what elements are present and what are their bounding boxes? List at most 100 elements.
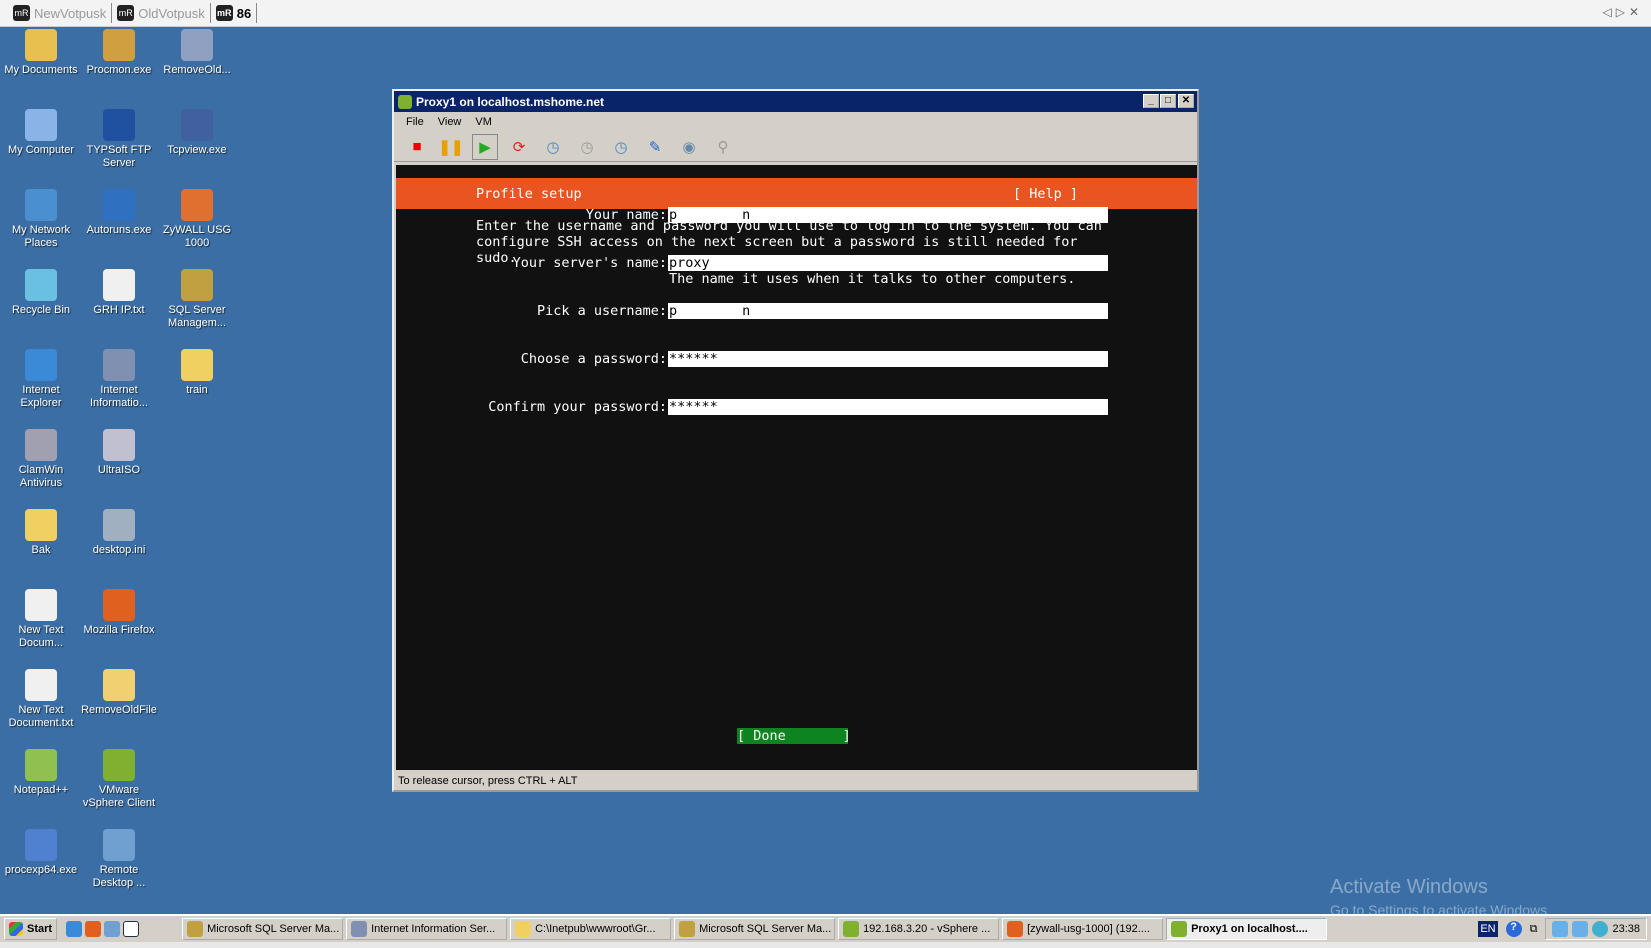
maximize-button[interactable]: □ xyxy=(1160,94,1176,108)
desktop-icon-image xyxy=(103,509,135,541)
desktop-icon[interactable]: VMware vSphere Client xyxy=(79,749,159,810)
field-input[interactable]: proxy xyxy=(668,255,1108,271)
help-button[interactable]: [ Help ] xyxy=(1013,186,1078,202)
desktop-icon[interactable]: My Network Places xyxy=(1,189,81,250)
desktop-icon[interactable]: ClamWin Antivirus xyxy=(1,429,81,490)
app-icon xyxy=(515,921,532,937)
vsphere-tray-icon[interactable] xyxy=(1592,921,1609,937)
close-button[interactable]: ✕ xyxy=(1178,94,1194,108)
desktop-icon[interactable]: Autoruns.exe xyxy=(79,189,159,237)
tab-scroll-controls[interactable]: ◁▷✕ xyxy=(1602,5,1643,19)
desktop-icon-label: Bak xyxy=(31,544,51,556)
stop-icon[interactable]: ■ xyxy=(404,134,430,160)
desktop-icon[interactable]: New Text Docum... xyxy=(1,589,81,650)
desktop-icon[interactable]: UltraISO xyxy=(79,429,159,477)
desktop-icon[interactable]: desktop.ini xyxy=(79,509,159,557)
snapshot-icon[interactable]: ◷ xyxy=(540,134,566,160)
quicklaunch-desktop-icon[interactable] xyxy=(104,921,121,937)
desktop-icon[interactable]: My Documents xyxy=(1,29,81,77)
quicklaunch-firefox-icon[interactable] xyxy=(85,921,102,937)
app-icon xyxy=(843,921,860,937)
taskbar-button[interactable]: Internet Information Ser... xyxy=(346,918,508,940)
pause-icon[interactable]: ❚❚ xyxy=(438,134,464,160)
quicklaunch-ftp-icon[interactable] xyxy=(123,921,140,937)
top-tab[interactable]: mR NewVotpusk xyxy=(8,3,113,23)
network-icon[interactable] xyxy=(1552,921,1569,937)
desktop-icon[interactable]: Remote Desktop ... xyxy=(79,829,159,890)
desktop-icon-image xyxy=(25,189,57,221)
menu-view[interactable]: View xyxy=(438,116,462,128)
menu-vm[interactable]: VM xyxy=(475,116,492,128)
start-button[interactable]: Start xyxy=(4,918,58,940)
desktop-icon[interactable]: TYPSoft FTP Server xyxy=(79,109,159,170)
desktop-icon[interactable]: My Computer xyxy=(1,109,81,157)
desktop-icon[interactable]: Bak xyxy=(1,509,81,557)
field-input[interactable]: ****** xyxy=(668,399,1108,415)
desktop-icon-image xyxy=(103,189,135,221)
desktop-icon-image xyxy=(25,749,57,781)
desktop-icon[interactable]: New Text Document.txt xyxy=(1,669,81,730)
field-input[interactable]: ****** xyxy=(668,351,1108,367)
desktop-icon-image xyxy=(25,669,57,701)
snapshot-manager-icon[interactable]: ◷ xyxy=(608,134,634,160)
taskbar-button[interactable]: [zywall-usg-1000] (192.... xyxy=(1002,918,1164,940)
vmware-icon xyxy=(398,94,412,109)
restore-icon[interactable]: ⧉ xyxy=(1530,923,1538,936)
field-input[interactable]: p n xyxy=(668,303,1108,319)
taskbar-button[interactable]: Proxy1 on localhost.... xyxy=(1166,918,1328,940)
desktop-icon-label: desktop.ini xyxy=(92,544,146,556)
desktop-icon-label: Recycle Bin xyxy=(11,304,71,316)
top-tab[interactable]: mR OldVotpusk xyxy=(112,3,211,23)
desktop-icon[interactable]: ZyWALL USG 1000 xyxy=(157,189,237,250)
desktop-icon-image xyxy=(25,829,57,861)
taskbar-button[interactable]: Microsoft SQL Server Ma... xyxy=(182,918,344,940)
desktop-icon[interactable]: Procmon.exe xyxy=(79,29,159,77)
taskbar-button[interactable]: Microsoft SQL Server Ma... xyxy=(674,918,836,940)
help-icon[interactable]: ? xyxy=(1505,921,1522,937)
start-label: Start xyxy=(27,923,53,935)
app-icon xyxy=(1171,921,1188,937)
cd-icon[interactable]: ◉ xyxy=(676,134,702,160)
vm-console-screen[interactable]: Profile setup [ Help ] Enter the usernam… xyxy=(396,165,1197,770)
language-indicator[interactable]: EN xyxy=(1478,921,1498,937)
taskbar-button[interactable]: C:\Inetpub\wwwroot\Gr... xyxy=(510,918,672,940)
field-hint: The name it uses when it talks to other … xyxy=(669,271,1076,287)
menu-bar: File View VM xyxy=(394,112,1197,132)
top-tab-label: NewVotpusk xyxy=(34,5,107,21)
clock[interactable]: 23:38 xyxy=(1612,923,1640,935)
play-icon[interactable]: ▶ xyxy=(472,133,498,160)
desktop-icon[interactable]: procexp64.exe xyxy=(1,829,81,877)
desktop-icon[interactable]: Notepad++ xyxy=(1,749,81,797)
field-input[interactable]: p n xyxy=(668,207,1108,223)
desktop-icon-image xyxy=(181,109,213,141)
desktop-icon[interactable]: GRH IP.txt xyxy=(79,269,159,317)
header-bar: Profile setup [ Help ] xyxy=(396,178,1197,209)
top-tab-label: 86 xyxy=(236,5,252,21)
quicklaunch-ie-icon[interactable] xyxy=(66,921,83,937)
app-icon: mR xyxy=(215,5,233,21)
top-tab[interactable]: mR 86 xyxy=(211,3,258,23)
desktop-icon-label: Internet Explorer xyxy=(20,384,62,409)
desktop-icon[interactable]: Recycle Bin xyxy=(1,269,81,317)
network-icon-2[interactable] xyxy=(1572,921,1589,937)
minimize-button[interactable]: _ xyxy=(1143,94,1159,108)
done-button[interactable]: [ Done ] xyxy=(737,728,851,744)
desktop-icon[interactable]: train xyxy=(157,349,237,397)
desktop-icon[interactable]: RemoveOld... xyxy=(157,29,237,77)
taskbar-button[interactable]: 192.168.3.20 - vSphere ... xyxy=(838,918,1000,940)
usb-icon[interactable]: ⚲ xyxy=(710,134,736,160)
desktop-icon[interactable]: Mozilla Firefox xyxy=(79,589,159,637)
reset-icon[interactable]: ⟳ xyxy=(506,134,532,160)
desktop-icon[interactable]: Tcpview.exe xyxy=(157,109,237,157)
window-titlebar[interactable]: Proxy1 on localhost.mshome.net _ □ ✕ xyxy=(394,91,1197,112)
desktop-icon[interactable]: RemoveOldFile xyxy=(79,669,159,717)
desktop-icon[interactable]: Internet Informatio... xyxy=(79,349,159,410)
menu-file[interactable]: File xyxy=(406,116,424,128)
desktop-icon[interactable]: SQL Server Managem... xyxy=(157,269,237,330)
desktop-icon[interactable]: Internet Explorer xyxy=(1,349,81,410)
field-label: Confirm your password: xyxy=(488,399,667,415)
edit-settings-icon[interactable]: ✎ xyxy=(642,134,668,160)
windows-logo-icon xyxy=(9,922,23,936)
window-title: Proxy1 on localhost.mshome.net xyxy=(416,94,605,109)
revert-snapshot-icon[interactable]: ◷ xyxy=(574,134,600,160)
